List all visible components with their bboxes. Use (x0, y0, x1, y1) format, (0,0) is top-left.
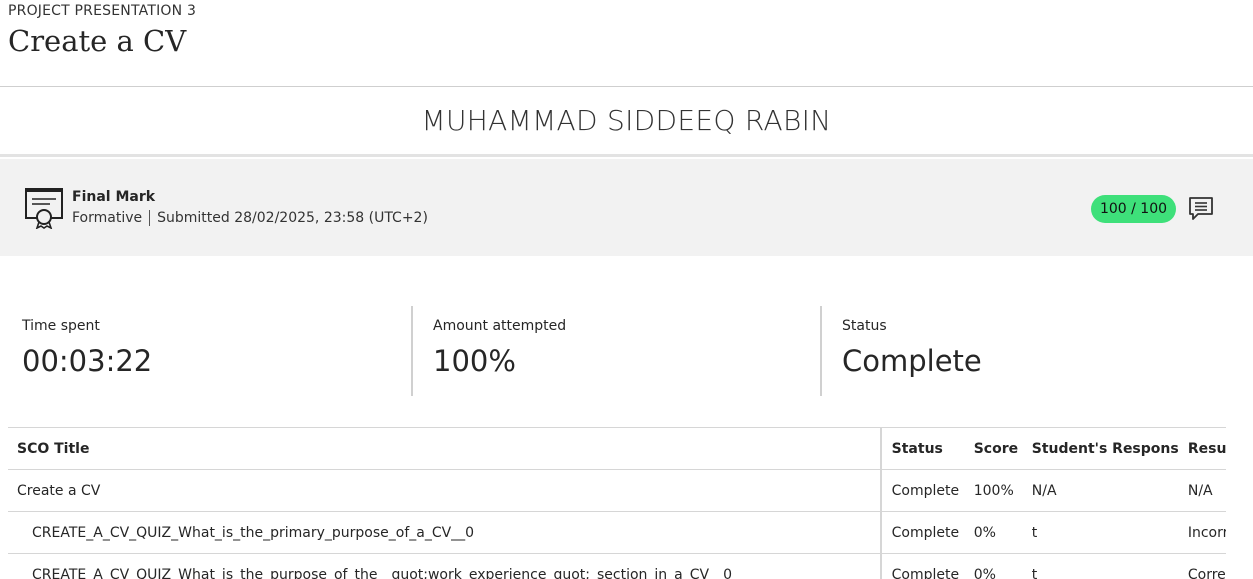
cell-response: t (1022, 512, 1178, 554)
cell-result: Incorrect (1178, 512, 1226, 554)
cell-title: Create a CV (8, 470, 881, 512)
stat-label: Amount attempted (433, 318, 566, 334)
cell-response: t (1022, 554, 1178, 579)
sco-table-container[interactable]: SCO Title Status Score Student's Respons… (8, 427, 1226, 579)
student-name: MUHAMMAD SIDDEEQ RABIN (0, 87, 1253, 137)
stat-label: Time spent (22, 318, 100, 334)
attempt-stats: Time spent 00:03:22 Amount attempted 100… (0, 306, 1253, 396)
cell-status: Complete (881, 470, 964, 512)
stat-value: 00:03:22 (22, 344, 152, 378)
column-header-score: Score (964, 428, 1022, 470)
cell-title: CREATE_A_CV_QUIZ_What_is_the_primary_pur… (8, 512, 881, 554)
table-row: CREATE_A_CV_QUIZ_What_is_the_purpose_of_… (8, 554, 1226, 579)
cell-response: N/A (1022, 470, 1178, 512)
mark-meta: Formative Submitted 28/02/2025, 23:58 (U… (72, 210, 428, 226)
cell-score: 100% (964, 470, 1022, 512)
table-header-row: SCO Title Status Score Student's Respons… (8, 428, 1226, 470)
cell-score: 0% (964, 512, 1022, 554)
cell-score: 0% (964, 554, 1022, 579)
cell-result: Correct (1178, 554, 1226, 579)
column-header-result: Result (1178, 428, 1226, 470)
page-header: PROJECT PRESENTATION 3 Create a CV (0, 0, 1253, 87)
table-row: CREATE_A_CV_QUIZ_What_is_the_primary_pur… (8, 512, 1226, 554)
stat-value: 100% (433, 344, 516, 378)
stat-value: Complete (842, 344, 982, 378)
cell-status: Complete (881, 512, 964, 554)
submitted-date: Submitted 28/02/2025, 23:58 (UTC+2) (157, 210, 428, 226)
column-header-response: Student's Response (1022, 428, 1178, 470)
final-mark-label: Final Mark (72, 189, 155, 205)
student-bar: MUHAMMAD SIDDEEQ RABIN (0, 87, 1253, 157)
score-badge[interactable]: 100 / 100 (1091, 195, 1176, 223)
column-header-status: Status (881, 428, 964, 470)
cell-status: Complete (881, 554, 964, 579)
stat-status: Status Complete (820, 306, 1242, 396)
certificate-icon (24, 187, 64, 229)
mark-type: Formative (72, 210, 142, 226)
final-mark-panel: Final Mark Formative Submitted 28/02/202… (0, 159, 1253, 256)
stat-label: Status (842, 318, 887, 334)
comment-icon[interactable] (1187, 196, 1215, 222)
stat-time-spent: Time spent 00:03:22 (22, 306, 410, 396)
divider (149, 210, 150, 226)
cell-title: CREATE_A_CV_QUIZ_What_is_the_purpose_of_… (8, 554, 881, 579)
assignment-category: PROJECT PRESENTATION 3 (8, 3, 196, 19)
cell-result: N/A (1178, 470, 1226, 512)
sco-table: SCO Title Status Score Student's Respons… (8, 428, 1226, 579)
stat-amount-attempted: Amount attempted 100% (411, 306, 822, 396)
column-header-sco-title: SCO Title (8, 428, 881, 470)
table-row: Create a CV Complete 100% N/A N/A (8, 470, 1226, 512)
page-title: Create a CV (8, 24, 186, 58)
